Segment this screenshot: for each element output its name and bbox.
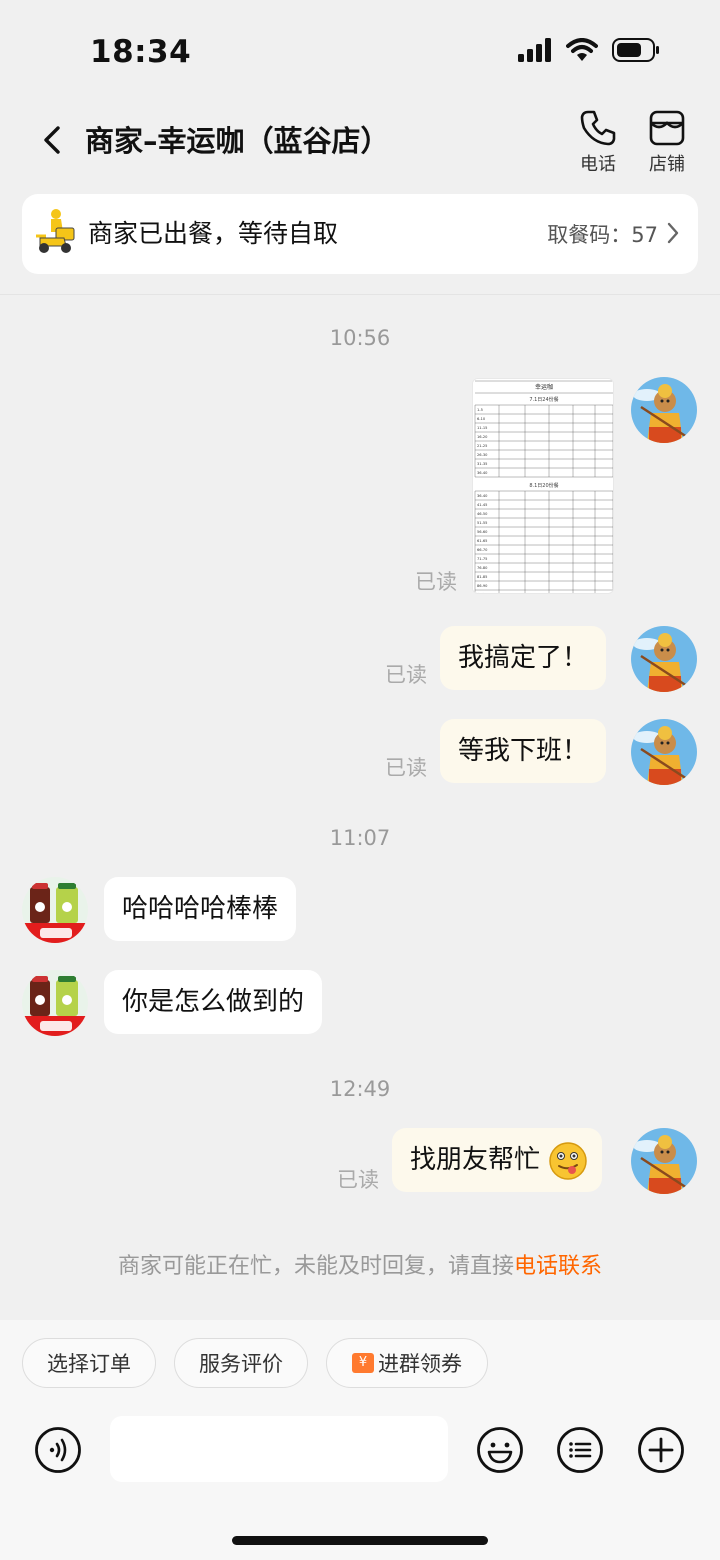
- chevron-left-icon: [44, 126, 60, 154]
- busy-notice: 商家可能正在忙，未能及时回复，请直接电话联系: [0, 1248, 720, 1280]
- merchant-avatar[interactable]: [22, 970, 88, 1036]
- voice-button[interactable]: [34, 1426, 82, 1474]
- chat-bubble-outgoing[interactable]: 找朋友帮忙: [392, 1128, 603, 1192]
- doc-subtitle-1: 7.1日24份餐: [529, 396, 558, 403]
- more-button[interactable]: [637, 1426, 685, 1474]
- read-receipt: 已读: [415, 570, 457, 594]
- chevron-right-icon: [666, 221, 680, 249]
- join-group-label: 进群领券: [378, 1352, 462, 1376]
- grid-cell-label: 51-55: [477, 521, 487, 525]
- select-order-chip[interactable]: 选择订单: [22, 1338, 156, 1388]
- grid-cell-label: 46-50: [477, 512, 488, 516]
- chat-bubble-outgoing[interactable]: 等我下班！: [440, 719, 607, 783]
- pickup-code: 取餐码：57: [547, 223, 658, 247]
- read-receipt: 已读: [385, 756, 427, 780]
- smiley-icon: [477, 1427, 523, 1473]
- phone-icon: [580, 110, 616, 146]
- message-input[interactable]: [110, 1416, 448, 1482]
- order-status-text: 商家已出餐，等待自取: [88, 219, 339, 248]
- timestamp: 10:56: [329, 326, 391, 350]
- grid-cell-label: 21-25: [477, 444, 487, 448]
- read-receipt: 已读: [385, 663, 427, 687]
- status-icons: [518, 38, 660, 66]
- message-text: 找朋友帮忙: [410, 1145, 541, 1175]
- input-area: 选择订单 服务评价 ¥ 进群领券: [0, 1320, 720, 1560]
- phone-contact-link[interactable]: 电话联系: [514, 1254, 602, 1279]
- grid-cell-label: 86-90: [477, 584, 488, 588]
- chat-title: 商家–幸运咖（蓝谷店）: [85, 124, 390, 158]
- phone-label: 电话: [580, 154, 616, 175]
- store-label: 店铺: [649, 154, 685, 175]
- rate-service-chip[interactable]: 服务评价: [174, 1338, 308, 1388]
- join-group-chip[interactable]: ¥ 进群领券: [326, 1338, 488, 1388]
- chat-bubble-incoming[interactable]: 哈哈哈哈棒棒: [104, 877, 297, 941]
- grid-cell-label: 66-70: [477, 548, 488, 552]
- coupon-icon: ¥: [352, 1353, 374, 1373]
- emoji-button[interactable]: [476, 1426, 524, 1474]
- wifi-icon: [566, 38, 598, 66]
- phone-button[interactable]: 电话: [568, 108, 628, 176]
- my-avatar[interactable]: [631, 1128, 697, 1194]
- grid-cell-label: 36-40: [477, 494, 488, 498]
- grid-cell-label: 71-75: [477, 557, 487, 561]
- busy-notice-text: 商家可能正在忙，未能及时回复，请直接: [117, 1254, 514, 1279]
- grid-cell-label: 76-80: [477, 566, 488, 570]
- quick-phrase-button[interactable]: [556, 1426, 604, 1474]
- chat-header: 商家–幸运咖（蓝谷店） 电话 店铺: [0, 100, 720, 188]
- doc-title: 幸运咖: [535, 383, 553, 391]
- plus-icon: [638, 1427, 684, 1473]
- store-button[interactable]: 店铺: [637, 108, 697, 176]
- header-divider: [0, 294, 720, 295]
- battery-icon: [612, 38, 660, 66]
- chat-bubble-outgoing[interactable]: 我搞定了！: [440, 626, 607, 690]
- my-avatar[interactable]: [631, 626, 697, 692]
- doc-subtitle-2: 8.1日20份餐: [529, 482, 558, 489]
- image-message[interactable]: 幸运咖 7.1日24份餐 8.1日20份餐 1-5 6-10 11-15 16-20 2…: [472, 378, 614, 594]
- grid-cell-label: 11-15: [477, 426, 487, 430]
- list-icon: [557, 1427, 603, 1473]
- my-avatar[interactable]: [631, 377, 697, 443]
- timestamp: 12:49: [329, 1077, 391, 1101]
- grid-cell-label: 36-40: [477, 471, 488, 475]
- grid-cell-label: 26-30: [477, 453, 488, 457]
- grid-cell-label: 合计: [477, 592, 485, 594]
- timestamp: 11:07: [329, 826, 391, 850]
- order-status-card[interactable]: 商家已出餐，等待自取 取餐码：57: [22, 194, 698, 274]
- chat-bubble-incoming[interactable]: 你是怎么做到的: [104, 970, 323, 1034]
- grid-cell-label: 1-5: [477, 408, 483, 412]
- signal-icon: [518, 38, 552, 66]
- merchant-avatar[interactable]: [22, 877, 88, 943]
- my-avatar[interactable]: [631, 719, 697, 785]
- status-bar: 18:34: [0, 0, 720, 100]
- home-indicator: [232, 1536, 488, 1545]
- read-receipt: 已读: [337, 1168, 379, 1192]
- grid-cell-label: 41-45: [477, 503, 487, 507]
- store-icon: [649, 110, 685, 146]
- grid-cell-label: 61-65: [477, 539, 487, 543]
- delivery-scooter-icon: [34, 208, 78, 260]
- grid-cell-label: 56-60: [477, 530, 488, 534]
- status-time: 18:34: [90, 34, 192, 70]
- spreadsheet-thumbnail: 幸运咖 7.1日24份餐 8.1日20份餐 1-5 6-10 11-15 16-20 2…: [473, 379, 613, 594]
- grid-cell-label: 16-20: [477, 435, 488, 439]
- grid-cell-label: 6-10: [477, 417, 486, 421]
- tongue-emoji-icon: [548, 1141, 588, 1205]
- back-button[interactable]: [30, 118, 74, 162]
- grid-cell-label: 31-35: [477, 462, 487, 466]
- voice-icon: [35, 1427, 81, 1473]
- grid-cell-label: 81-85: [477, 575, 487, 579]
